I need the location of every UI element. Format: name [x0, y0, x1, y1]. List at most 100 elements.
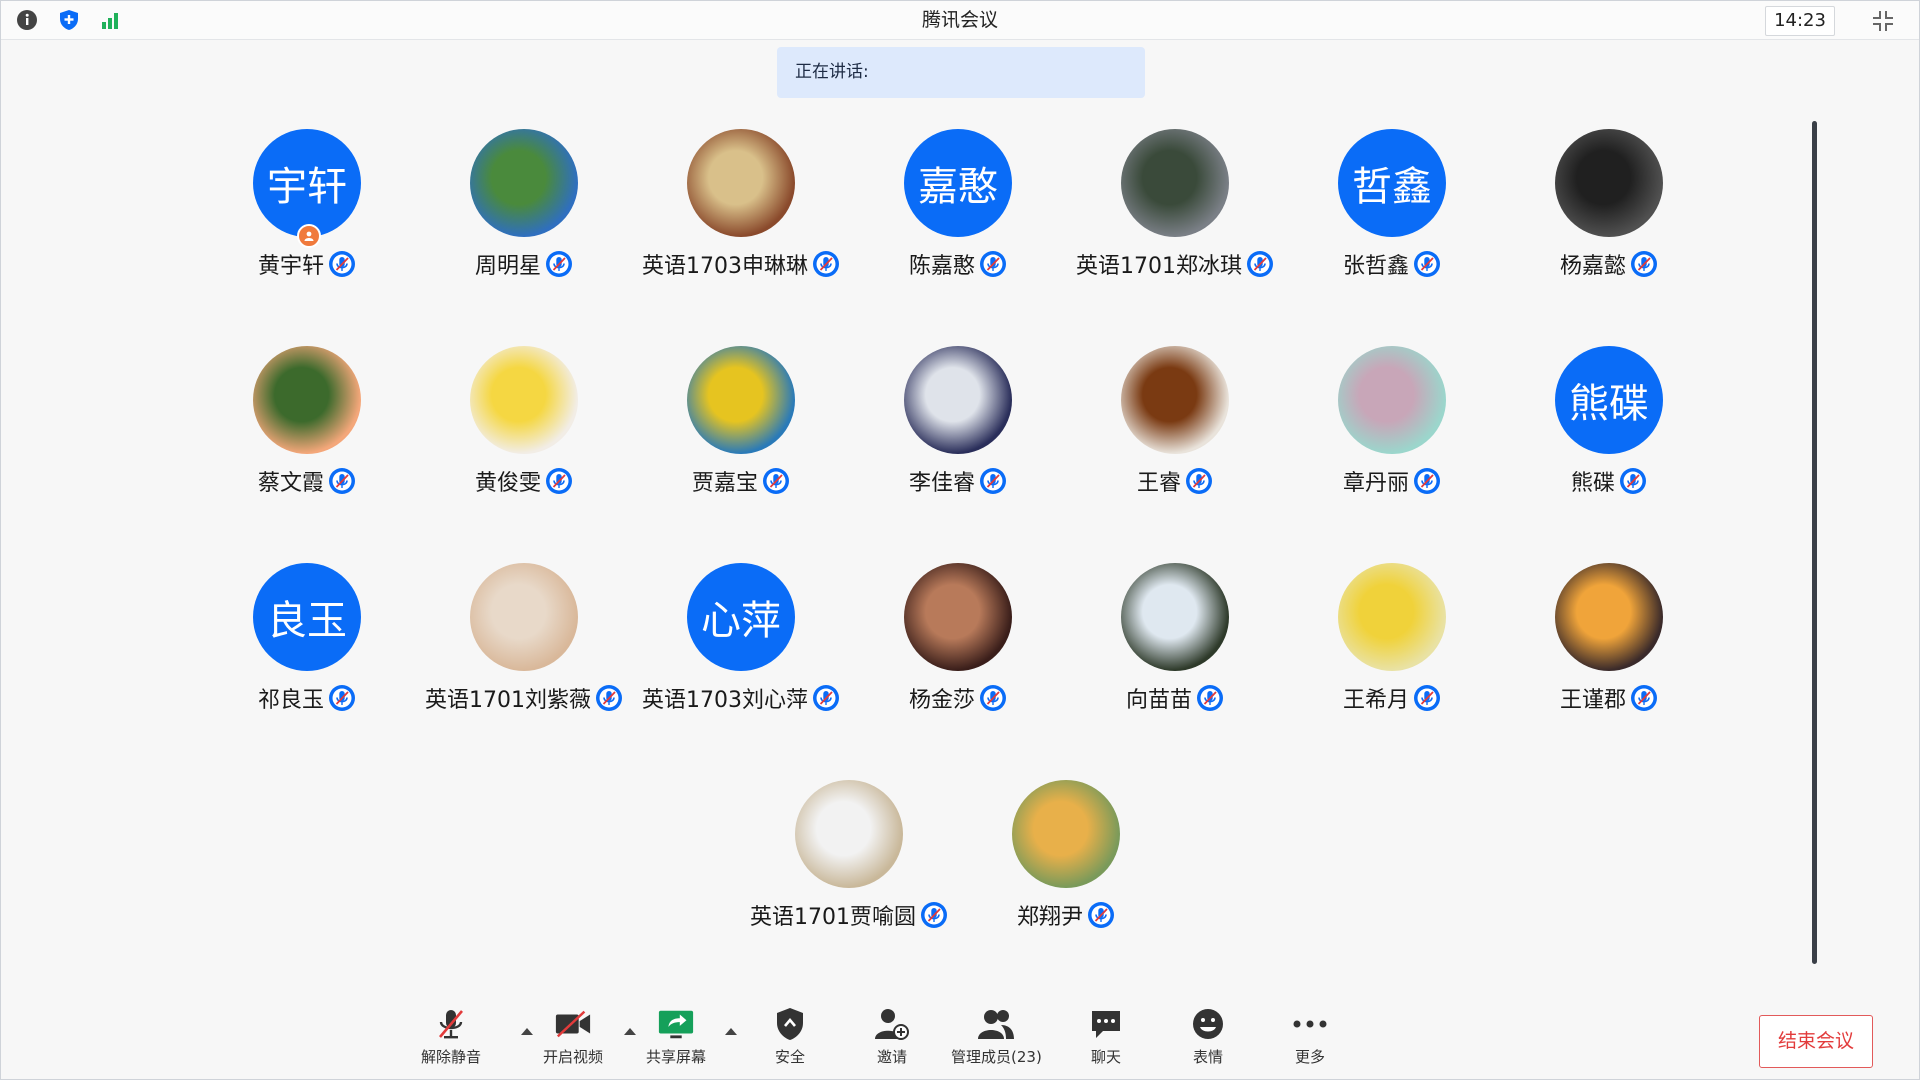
unmute-button[interactable]: 解除静音 [421, 1006, 481, 1074]
chat-icon [1087, 1006, 1125, 1042]
exit-fullscreen-icon[interactable] [1871, 9, 1895, 33]
participant-name-row: 章丹丽 [1282, 464, 1502, 498]
participant-tile[interactable]: 章丹丽 [1282, 346, 1502, 516]
reactions-label: 表情 [1192, 1048, 1223, 1066]
participant-tile[interactable]: 向苗苗 [1065, 563, 1285, 733]
participant-tile[interactable]: 李佳睿 [848, 346, 1068, 516]
participant-name: 黄俊雯 [474, 471, 541, 496]
more-button[interactable]: 更多 [1291, 1006, 1329, 1074]
participant-name: 蔡文霞 [257, 471, 324, 496]
more-dots-icon [1291, 1006, 1329, 1042]
participant-tile[interactable]: 嘉憨陈嘉憨 [848, 129, 1068, 299]
participant-name: 章丹丽 [1342, 471, 1409, 496]
mic-muted-icon [812, 684, 840, 712]
chat-button[interactable]: 聊天 [1087, 1006, 1125, 1074]
participant-grid: 宇轩 黄宇轩 周明星 英语1703申琳琳 嘉憨 陈嘉憨 英语1701郑冰琪 哲鑫 张哲鑫 杨嘉懿蔡… [1, 1, 1801, 961]
participant-tile[interactable]: 英语1701贾喻圆 [739, 780, 959, 950]
avatar-photo [1338, 346, 1446, 454]
participant-tile[interactable]: 王谨郡 [1499, 563, 1719, 733]
participant-name-row: 蔡文霞 [197, 464, 417, 498]
mic-muted-icon [1619, 467, 1647, 495]
smile-icon [1189, 1006, 1227, 1042]
participant-tile[interactable]: 王睿 [1065, 346, 1285, 516]
avatar-photo [904, 346, 1012, 454]
participant-tile[interactable]: 英语1701郑冰琪 [1065, 129, 1285, 299]
invite-button[interactable]: 邀请 [873, 1006, 911, 1074]
avatar: 嘉憨 [904, 129, 1012, 237]
participant-tile[interactable]: 杨嘉懿 [1499, 129, 1719, 299]
mic-muted-icon [328, 467, 356, 495]
participant-tile[interactable]: 贾嘉宝 [631, 346, 851, 516]
participant-tile[interactable]: 宇轩 黄宇轩 [197, 129, 417, 299]
participant-tile[interactable]: 哲鑫 张哲鑫 [1282, 129, 1502, 299]
participant-tile[interactable]: 杨金莎 [848, 563, 1068, 733]
avatar-photo [253, 346, 361, 454]
participant-name: 王希月 [1342, 688, 1409, 713]
participant-tile[interactable]: 周明星 [414, 129, 634, 299]
participant-tile[interactable]: 心萍 英语1703刘心萍 [631, 563, 851, 733]
avatar-photo [1555, 563, 1663, 671]
participant-tile[interactable]: 良玉 祁良玉 [197, 563, 417, 733]
invite-label: 邀请 [876, 1048, 907, 1066]
meeting-window: 腾讯会议 14:23 正在讲话: 宇轩 黄宇轩 周明星 英语1703申琳琳 嘉憨 陈嘉憨英… [0, 0, 1920, 1080]
video-off-icon [554, 1006, 592, 1042]
participant-name: 王睿 [1136, 471, 1181, 496]
invite-user-icon [873, 1006, 911, 1042]
participant-name-row: 周明星 [414, 247, 634, 281]
participant-tile[interactable]: 郑翔尹 [956, 780, 1176, 950]
mic-muted-icon [1087, 901, 1115, 929]
participant-name-row: 黄俊雯 [414, 464, 634, 498]
participant-name: 英语1703申琳琳 [642, 254, 808, 279]
scrollbar[interactable] [1812, 121, 1817, 964]
participant-name-row: 英语1701刘紫薇 [414, 681, 634, 715]
mic-muted-icon [432, 1006, 470, 1042]
participant-tile[interactable]: 黄俊雯 [414, 346, 634, 516]
avatar-photo [904, 563, 1012, 671]
participant-tile[interactable]: 蔡文霞 [197, 346, 417, 516]
share-screen-button[interactable]: 共享屏幕 [646, 1006, 706, 1074]
participant-name: 向苗苗 [1125, 688, 1192, 713]
avatar-photo [1121, 129, 1229, 237]
participant-name-row: 英语1701贾喻圆 [739, 898, 959, 932]
avatar-photo [470, 346, 578, 454]
manage-members-label: 管理成员(23) [951, 1048, 1042, 1066]
participant-tile[interactable]: 英语1701刘紫薇 [414, 563, 634, 733]
participant-name: 英语1703刘心萍 [642, 688, 808, 713]
participant-name-row: 向苗苗 [1065, 681, 1285, 715]
end-meeting-button[interactable]: 结束会议 [1759, 1015, 1873, 1068]
participant-name-row: 陈嘉憨 [848, 247, 1068, 281]
audio-options-caret-icon[interactable] [520, 1026, 534, 1036]
unmute-label: 解除静音 [421, 1048, 482, 1066]
more-label: 更多 [1294, 1048, 1325, 1066]
participant-tile[interactable]: 熊碟 熊碟 [1499, 346, 1719, 516]
share-options-caret-icon[interactable] [724, 1026, 738, 1036]
mic-muted-icon [328, 684, 356, 712]
avatar-photo [687, 129, 795, 237]
avatar: 良玉 [253, 563, 361, 671]
share-screen-icon [657, 1006, 695, 1042]
start-video-button[interactable]: 开启视频 [543, 1006, 603, 1074]
avatar-photo [795, 780, 903, 888]
mic-muted-icon [1185, 467, 1213, 495]
participant-name: 陈嘉憨 [908, 254, 975, 279]
participant-name: 周明星 [474, 254, 541, 279]
participant-name-row: 祁良玉 [197, 681, 417, 715]
security-button[interactable]: 安全 [771, 1006, 809, 1074]
participant-name: 英语1701郑冰琪 [1076, 254, 1242, 279]
avatar: 宇轩 [253, 129, 361, 237]
video-options-caret-icon[interactable] [623, 1026, 637, 1036]
security-shield-icon [771, 1006, 809, 1042]
participant-tile[interactable]: 英语1703申琳琳 [631, 129, 851, 299]
participant-name-row: 英语1703申琳琳 [631, 247, 851, 281]
participant-name-row: 王希月 [1282, 681, 1502, 715]
participant-name-row: 杨金莎 [848, 681, 1068, 715]
reactions-button[interactable]: 表情 [1189, 1006, 1227, 1074]
participant-name: 张哲鑫 [1342, 254, 1409, 279]
mic-muted-icon [920, 901, 948, 929]
manage-members-button[interactable]: 管理成员(23) [951, 1006, 1042, 1074]
host-user-icon [297, 224, 321, 248]
participant-name: 贾嘉宝 [691, 471, 758, 496]
participant-name-row: 杨嘉懿 [1499, 247, 1719, 281]
participant-name-row: 熊碟 [1499, 464, 1719, 498]
participant-tile[interactable]: 王希月 [1282, 563, 1502, 733]
